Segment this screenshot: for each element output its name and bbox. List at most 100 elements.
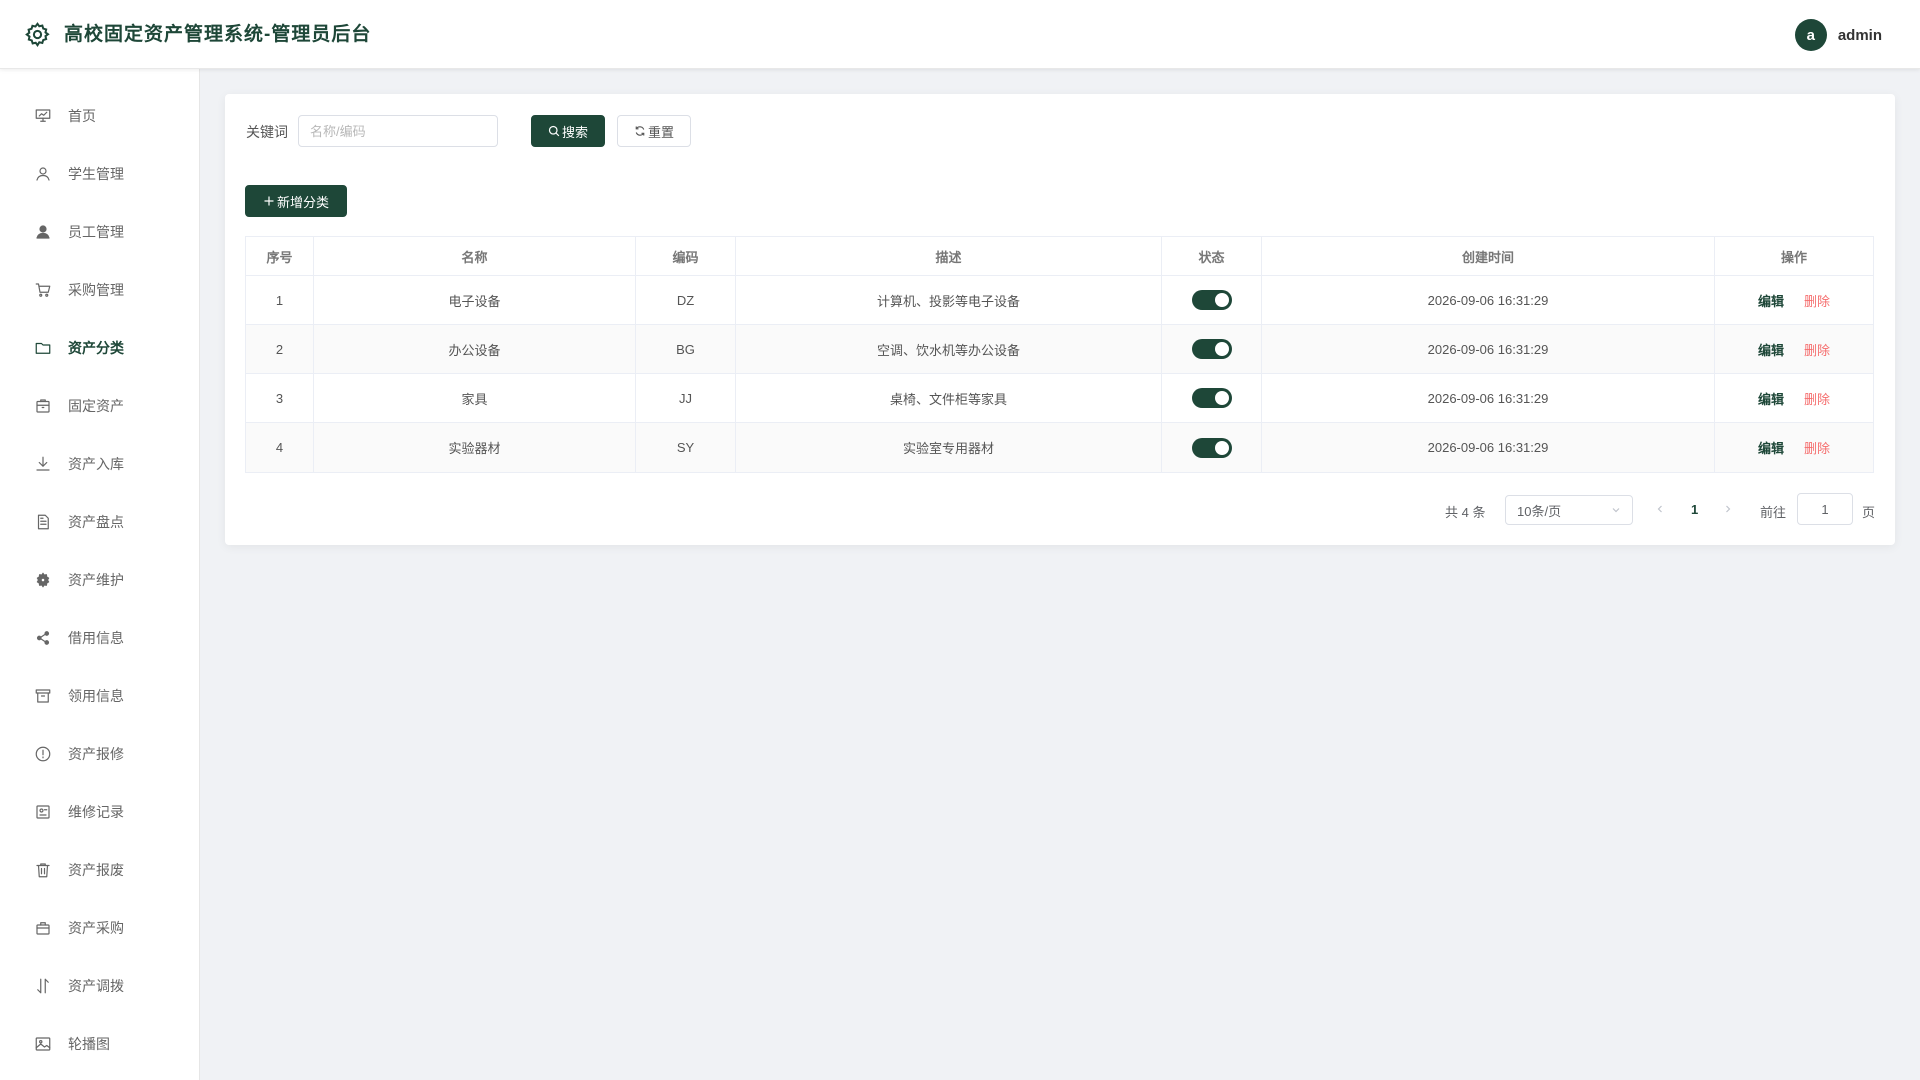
warning-icon (34, 745, 52, 763)
status-cell (1162, 276, 1262, 324)
column-header[interactable]: 状态 (1162, 237, 1262, 275)
sidebar-item[interactable]: 资产维护 (0, 560, 199, 600)
add-category-label: 新增分类 (276, 194, 329, 210)
row-index: 4 (246, 423, 314, 472)
category-code: DZ (636, 276, 736, 324)
reset-button[interactable]: 重置 (617, 115, 691, 147)
document-icon (34, 513, 52, 531)
delete-button[interactable]: 删除 (1804, 438, 1830, 457)
row-index: 1 (246, 276, 314, 324)
created-time: 2026-09-06 16:31:29 (1262, 276, 1715, 324)
sidebar-item-label: 采购管理 (68, 282, 124, 298)
sidebar-item[interactable]: 资产入库 (0, 444, 199, 484)
sidebar-item[interactable]: 固定资产 (0, 386, 199, 426)
search-input[interactable] (298, 115, 498, 147)
status-toggle[interactable] (1191, 290, 1232, 310)
category-description: 实验室专用器材 (736, 423, 1162, 472)
picture-icon (34, 1035, 52, 1053)
sidebar-item[interactable]: 维修记录 (0, 792, 199, 832)
settings-icon (34, 571, 52, 589)
edit-button[interactable]: 编辑 (1758, 340, 1784, 359)
reset-button-label: 重置 (647, 124, 674, 140)
category-name: 家具 (314, 374, 636, 422)
actions-cell: 编辑 删除 (1715, 423, 1873, 472)
table-row: 3 家具 JJ 桌椅、文件柜等家具 2026-09-06 16:31:29 编辑 删除 (246, 374, 1873, 423)
row-index: 2 (246, 325, 314, 373)
category-description: 计算机、投影等电子设备 (736, 276, 1162, 324)
keyword-label: 关键词 (246, 124, 288, 140)
column-header[interactable]: 序号 (246, 237, 314, 275)
sidebar-item-label: 固定资产 (68, 398, 124, 414)
search-button[interactable]: 搜索 (531, 115, 605, 147)
actions-cell: 编辑 删除 (1715, 276, 1873, 324)
category-description: 桌椅、文件柜等家具 (736, 374, 1162, 422)
sidebar: 首页学生管理员工管理采购管理资产分类固定资产资产入库资产盘点资产维护借用信息领用… (0, 69, 200, 1080)
column-header[interactable]: 描述 (736, 237, 1162, 275)
sidebar-item-label: 领用信息 (68, 688, 124, 704)
chevron-right-icon (1726, 505, 1731, 513)
category-name: 实验器材 (314, 423, 636, 472)
sidebar-item-label: 资产分类 (68, 340, 124, 356)
sidebar-item[interactable]: 资产报修 (0, 734, 199, 774)
edit-button[interactable]: 编辑 (1758, 389, 1784, 408)
app-title: 高校固定资产管理系统-管理员后台 (64, 24, 372, 45)
status-cell (1162, 325, 1262, 373)
category-name: 电子设备 (314, 276, 636, 324)
add-category-button[interactable]: 新增分类 (245, 185, 347, 217)
sidebar-item[interactable]: 轮播图 (0, 1024, 199, 1064)
next-page-button[interactable] (1723, 502, 1733, 517)
sidebar-item[interactable]: 资产报废 (0, 850, 199, 890)
goto-label: 前往 (1760, 505, 1787, 520)
gear-icon (25, 22, 50, 48)
sidebar-item[interactable]: 学生管理 (0, 154, 199, 194)
column-header[interactable]: 操作 (1715, 237, 1873, 275)
share-icon (34, 629, 52, 647)
avatar[interactable]: a (1794, 19, 1827, 51)
status-toggle[interactable] (1191, 437, 1232, 458)
sidebar-item[interactable]: 员工管理 (0, 212, 199, 252)
actions-cell: 编辑 删除 (1715, 374, 1873, 422)
edit-button[interactable]: 编辑 (1758, 291, 1784, 310)
sidebar-item[interactable]: 资产盘点 (0, 502, 199, 542)
sidebar-item-label: 资产入库 (68, 456, 124, 472)
delete-button[interactable]: 删除 (1804, 340, 1830, 359)
prev-page-button[interactable] (1655, 502, 1665, 517)
sidebar-item[interactable]: 领用信息 (0, 676, 199, 716)
table-header: 序号 名称 编码 描述 状态 创建时间 操作 (246, 237, 1873, 276)
chevron-down-icon (1612, 508, 1620, 513)
created-time: 2026-09-06 16:31:29 (1262, 374, 1715, 422)
column-header[interactable]: 名称 (314, 237, 636, 275)
category-code: BG (636, 325, 736, 373)
cart-icon (34, 281, 52, 299)
column-header[interactable]: 创建时间 (1262, 237, 1715, 275)
delete-button[interactable]: 删除 (1804, 389, 1830, 408)
box-icon (34, 397, 52, 415)
goto-page-input[interactable] (1797, 493, 1853, 525)
sidebar-item[interactable]: 借用信息 (0, 618, 199, 658)
edit-button[interactable]: 编辑 (1758, 438, 1784, 457)
sidebar-item[interactable]: 首页 (0, 96, 199, 136)
pagination-total: 共 4 条 (1445, 505, 1486, 520)
sidebar-item[interactable]: 采购管理 (0, 270, 199, 310)
transfer-icon (34, 977, 52, 995)
page-size-select[interactable]: 10条/页 (1505, 495, 1633, 525)
refresh-icon (635, 126, 645, 136)
created-time: 2026-09-06 16:31:29 (1262, 423, 1715, 472)
sidebar-item[interactable]: 资产分类 (0, 328, 199, 368)
username[interactable]: admin (1838, 27, 1882, 44)
sidebar-item-label: 资产报废 (68, 862, 124, 878)
sidebar-item-label: 资产盘点 (68, 514, 124, 530)
delete-button[interactable]: 删除 (1804, 291, 1830, 310)
status-cell (1162, 374, 1262, 422)
status-toggle[interactable] (1191, 339, 1232, 359)
column-header[interactable]: 编码 (636, 237, 736, 275)
sidebar-item-label: 维修记录 (68, 804, 124, 820)
user-icon (34, 165, 52, 183)
page-number[interactable]: 1 (1691, 502, 1698, 517)
status-toggle[interactable] (1191, 388, 1232, 408)
sidebar-item-label: 轮播图 (68, 1036, 110, 1052)
sidebar-item[interactable]: 资产调拨 (0, 966, 199, 1006)
sidebar-item[interactable]: 资产采购 (0, 908, 199, 948)
sidebar-item-label: 学生管理 (68, 166, 124, 182)
user-menu[interactable]: a admin (1794, 19, 1882, 51)
